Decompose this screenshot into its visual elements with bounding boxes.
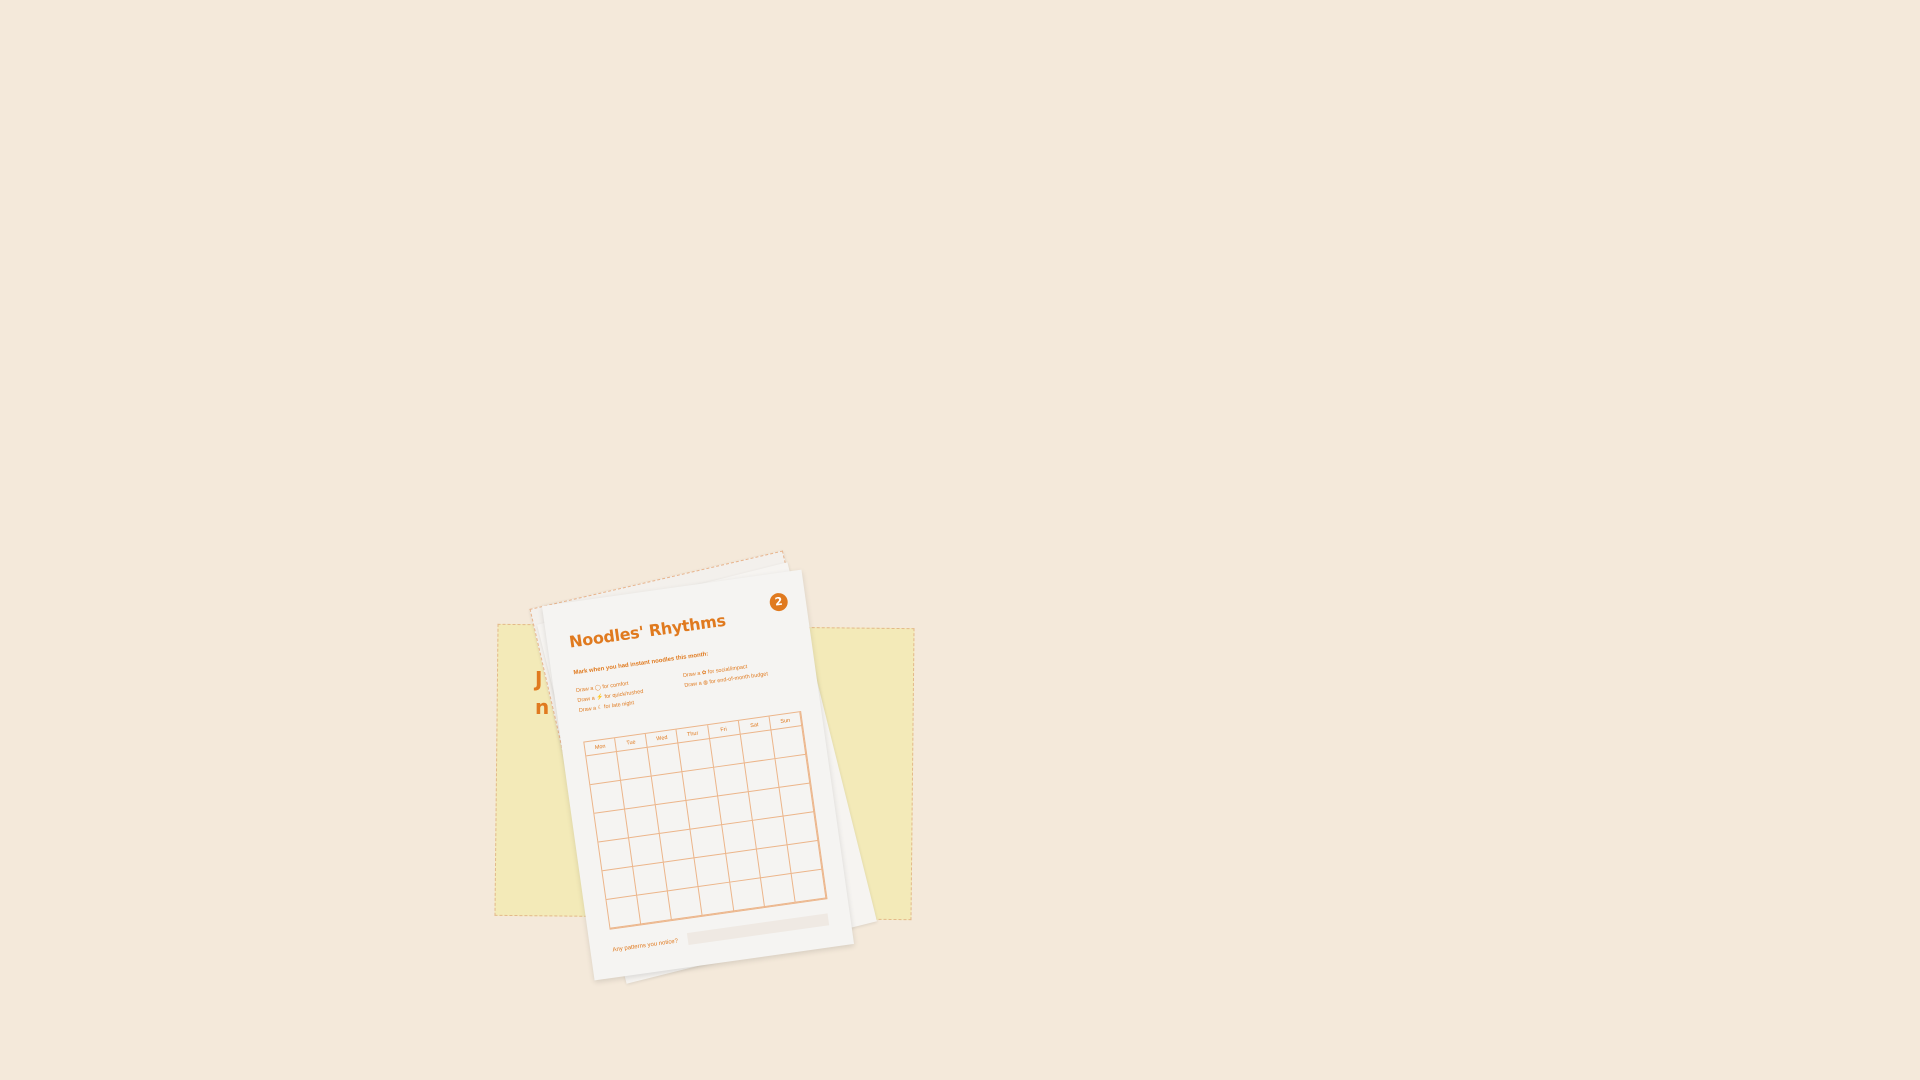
calendar-cell[interactable]	[791, 869, 827, 903]
worksheet-title: Noodles' Rhythms	[567, 610, 727, 652]
calendar-cell[interactable]	[740, 730, 776, 764]
calendar-cell[interactable]	[787, 840, 823, 874]
calendar-cell[interactable]	[678, 739, 714, 773]
calendar-cell[interactable]	[606, 895, 642, 929]
legend-left: Draw a ◯ for comfort Draw a ⚡ for quick/…	[575, 677, 645, 716]
page-number-badge: 2	[768, 591, 789, 613]
calendar-cell[interactable]	[748, 787, 784, 821]
calendar-cell[interactable]	[594, 809, 630, 843]
calendar-cell[interactable]	[625, 805, 661, 839]
legend-right: Draw a ✿ for social/impact Draw a ◍ for …	[682, 659, 769, 691]
calendar-cell[interactable]	[713, 763, 749, 797]
calendar-cell[interactable]	[771, 726, 807, 760]
calendar-cell[interactable]	[709, 734, 745, 768]
calendar-cell[interactable]	[668, 886, 704, 921]
calendar-cell[interactable]	[598, 838, 634, 872]
calendar-cell[interactable]	[647, 743, 683, 777]
canvas: J n les he Noodles' Rhythms 2 Mark when …	[0, 0, 1920, 1080]
calendar-cell[interactable]	[775, 754, 811, 788]
calendar-cell[interactable]	[686, 796, 722, 830]
calendar-cell[interactable]	[656, 800, 691, 834]
calendar-cell[interactable]	[744, 759, 780, 793]
calendar-cell[interactable]	[729, 878, 765, 912]
calendar-cell[interactable]	[590, 780, 626, 814]
calendar-cell[interactable]	[760, 873, 796, 907]
calendar-cell[interactable]	[779, 783, 815, 817]
calendar-cell[interactable]	[690, 825, 726, 859]
calendar-cell[interactable]	[633, 862, 669, 896]
calendar-cell[interactable]	[694, 853, 730, 887]
calendar-cell[interactable]	[621, 776, 657, 810]
calendar-cell[interactable]	[721, 820, 757, 854]
calendar-cell[interactable]	[660, 829, 695, 863]
calendar-cell[interactable]	[617, 747, 653, 781]
calendar-cell[interactable]	[629, 833, 665, 867]
calendar-cell[interactable]	[602, 866, 638, 900]
envelope-heading-line-2: n	[535, 695, 550, 719]
patterns-input-field[interactable]	[686, 913, 830, 945]
calendar-cell[interactable]	[637, 891, 673, 925]
calendar-cell[interactable]	[586, 752, 622, 786]
calendar-cell[interactable]	[652, 772, 687, 806]
calendar-cell[interactable]	[756, 845, 792, 879]
calendar-cell[interactable]	[752, 816, 788, 850]
calendar-cell[interactable]	[664, 858, 700, 892]
calendar-cell[interactable]	[717, 792, 753, 826]
calendar-grid: Mon Tue Wed Thur Fri Sat Sun	[583, 711, 828, 930]
worksheet-front-sheet[interactable]: Noodles' Rhythms 2 Mark when you had ins…	[541, 569, 855, 981]
calendar-cell[interactable]	[725, 849, 761, 883]
patterns-label: Any patterns you notice?	[612, 938, 679, 954]
calendar-cell[interactable]	[682, 767, 718, 801]
calendar-cell[interactable]	[699, 882, 734, 916]
calendar-cell[interactable]	[783, 812, 819, 846]
